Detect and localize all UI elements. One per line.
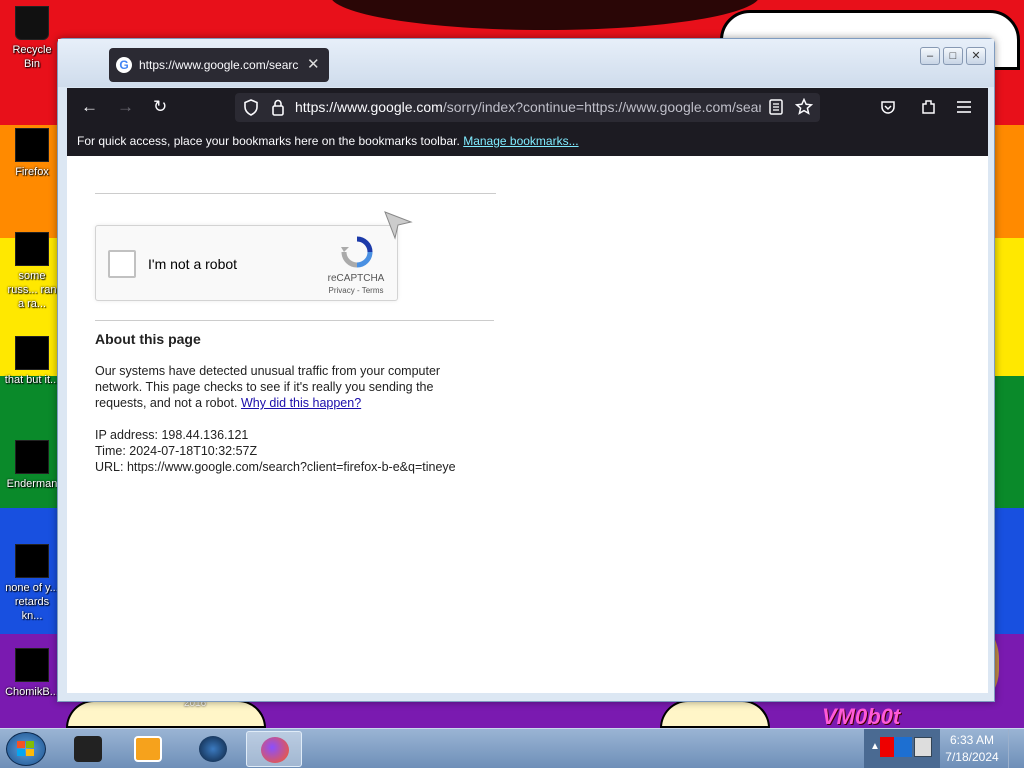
navigation-toolbar: ← → ↻ https://www.google.com/sorry/index…: [67, 88, 988, 126]
bookmark-star-icon[interactable]: [795, 98, 813, 116]
reload-button[interactable]: ↻: [153, 97, 167, 117]
wallpaper-text: VM0b0t: [822, 704, 901, 728]
shield-icon[interactable]: [243, 99, 259, 116]
taskbar-app-firefox[interactable]: [246, 731, 302, 767]
back-button[interactable]: ←: [81, 97, 98, 117]
pocket-icon[interactable]: [880, 99, 896, 115]
taskbar-app-globe[interactable]: [185, 731, 241, 767]
extensions-icon[interactable]: [920, 98, 937, 115]
terminal-icon: [74, 736, 102, 762]
system-tray: ▲: [864, 729, 940, 768]
clock-time: 6:33 AM: [949, 733, 995, 747]
desktop-icon-recycle-bin[interactable]: Recycle Bin: [4, 6, 60, 71]
tray-expand-icon[interactable]: ▲: [870, 741, 880, 752]
minimize-button[interactable]: –: [920, 47, 940, 65]
mouse-cursor-icon: [384, 211, 413, 240]
tab-google-search[interactable]: G https://www.google.com/search?client=f…: [109, 48, 329, 82]
url-text[interactable]: https://www.google.com/sorry/index?conti…: [295, 99, 761, 115]
bookmarks-toolbar-message: For quick access, place your bookmarks h…: [77, 134, 460, 148]
divider: [95, 320, 494, 321]
recaptcha-label: I'm not a robot: [148, 256, 238, 272]
recaptcha-brand: reCAPTCHA: [327, 273, 385, 284]
taskbar-app-media-player[interactable]: [120, 731, 176, 767]
close-button[interactable]: ✕: [966, 47, 986, 65]
url-bar[interactable]: https://www.google.com/sorry/index?conti…: [235, 93, 820, 122]
tray-volume-icon[interactable]: [914, 737, 932, 757]
recaptcha-checkbox[interactable]: [108, 250, 136, 278]
recycle-bin-icon: [15, 6, 49, 40]
timestamp: Time: 2024-07-18T10:32:57Z: [95, 444, 258, 458]
media-player-icon: [134, 736, 162, 762]
show-desktop-button[interactable]: [1008, 729, 1024, 768]
taskbar-clock[interactable]: 6:33 AM 7/18/2024: [940, 732, 1004, 766]
taskbar: ▲ 6:33 AM 7/18/2024: [0, 728, 1024, 768]
app-icon: [15, 648, 49, 682]
window-titlebar[interactable]: G https://www.google.com/search?client=f…: [58, 39, 994, 87]
firefox-icon: [261, 737, 289, 763]
desktop-icon-enderman[interactable]: Enderman: [4, 440, 60, 491]
why-did-this-happen-link[interactable]: Why did this happen?: [241, 396, 361, 410]
firefox-icon: [15, 128, 49, 162]
document-icon: [15, 544, 49, 578]
desktop-icon-some-russ[interactable]: some russ... ran a ra...: [4, 232, 60, 311]
ip-address: IP address: 198.44.136.121: [95, 428, 249, 442]
wallpaper-art: [66, 700, 266, 728]
lock-icon[interactable]: [271, 99, 285, 116]
tab-close-icon[interactable]: ✕: [307, 55, 320, 73]
globe-icon: [199, 736, 227, 762]
document-icon: [15, 232, 49, 266]
desktop-icon-none-of-y[interactable]: none of y... retards kn...: [4, 544, 60, 623]
divider: [95, 193, 496, 194]
forward-button[interactable]: →: [117, 97, 134, 117]
menu-hamburger-icon[interactable]: [956, 100, 972, 114]
recaptcha-privacy-terms[interactable]: Privacy - Terms: [324, 286, 388, 295]
clock-date: 7/18/2024: [945, 750, 999, 764]
windows-logo-icon: [17, 741, 34, 756]
desktop-icon-that-but-it[interactable]: that but it...: [4, 336, 60, 387]
reader-view-icon[interactable]: [769, 99, 783, 115]
app-icon: [15, 440, 49, 474]
manage-bookmarks-link[interactable]: Manage bookmarks...: [463, 134, 578, 148]
maximize-button[interactable]: □: [943, 47, 963, 65]
recaptcha-logo-icon: [341, 236, 373, 268]
page-content: I'm not a robot reCAPTCHA Privacy - Term…: [67, 156, 988, 693]
taskbar-app-explorer[interactable]: [60, 731, 116, 767]
desktop-icon-firefox[interactable]: Firefox: [4, 128, 60, 179]
bookmarks-toolbar: For quick access, place your bookmarks h…: [67, 126, 988, 156]
request-url: URL: https://www.google.com/search?clien…: [95, 460, 456, 474]
start-button[interactable]: [6, 732, 46, 766]
firefox-window: G https://www.google.com/search?client=f…: [57, 38, 995, 702]
google-favicon-icon: G: [116, 57, 132, 73]
tab-title: https://www.google.com/search?client=fir…: [139, 58, 299, 72]
document-icon: [15, 336, 49, 370]
about-heading: About this page: [95, 331, 201, 347]
about-text: Our systems have detected unusual traffi…: [95, 364, 441, 410]
desktop-icon-chomikb[interactable]: ChomikB...: [4, 648, 60, 699]
recaptcha-widget: I'm not a robot reCAPTCHA Privacy - Term…: [95, 225, 398, 301]
tray-network-icon[interactable]: [894, 737, 912, 757]
